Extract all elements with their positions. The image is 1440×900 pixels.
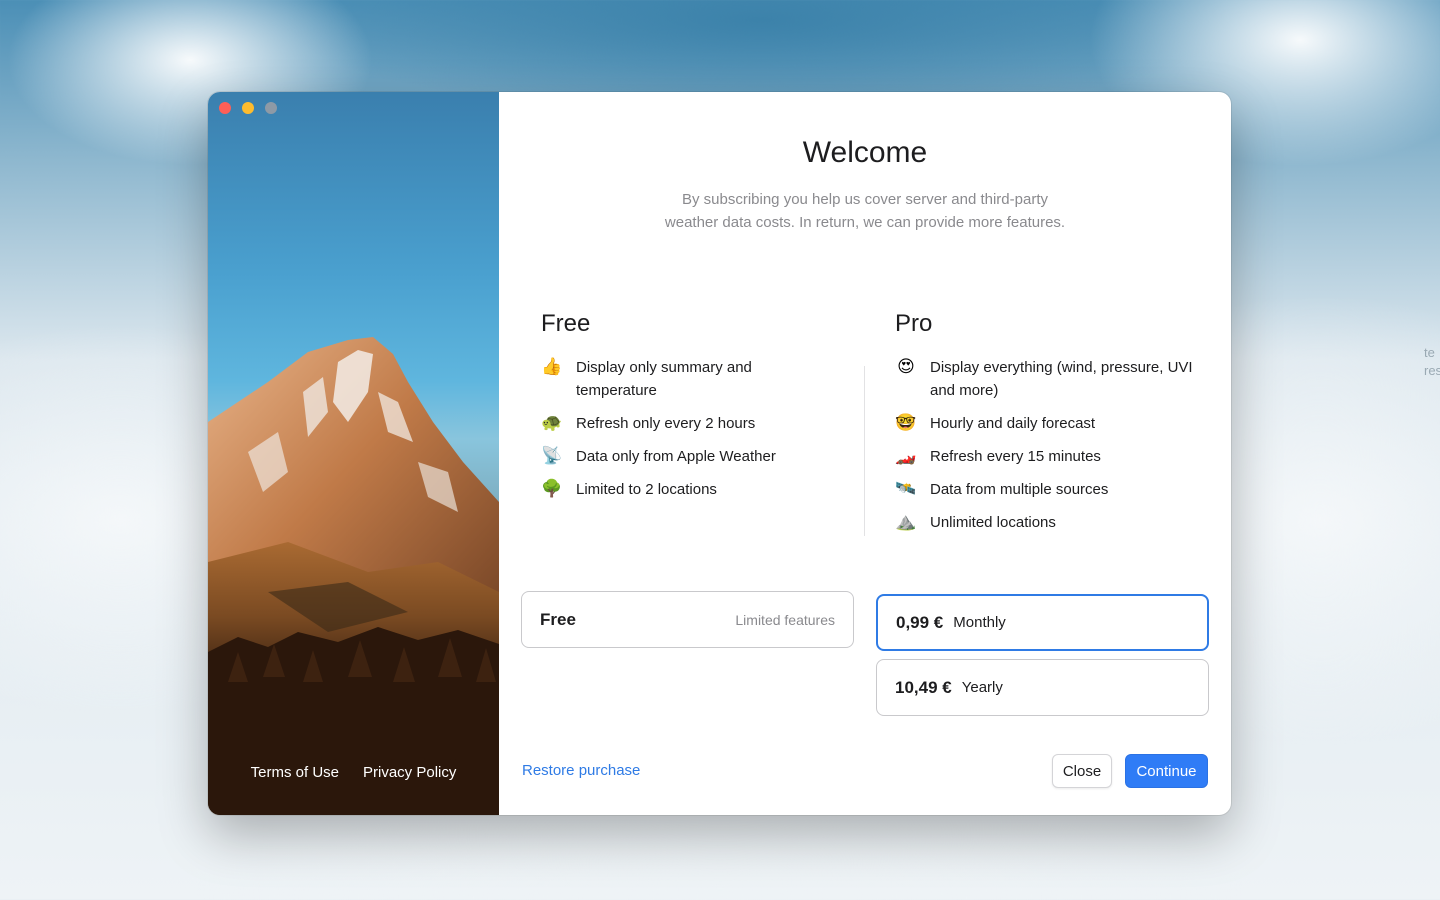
satellite-dish-icon: 📡 (541, 446, 563, 465)
feature-text: Hourly and daily forecast (930, 415, 1096, 432)
restore-purchase-link[interactable]: Restore purchase (522, 762, 640, 779)
zoom-window-button[interactable] (265, 102, 277, 114)
nerd-face-icon: 🤓 (895, 413, 917, 432)
thumbs-up-icon: 👍 (541, 357, 563, 376)
minimize-window-button[interactable] (242, 102, 254, 114)
page-subtitle: By subscribing you help us cover server … (664, 191, 1066, 231)
feature-item: 🛰️ Data from multiple sources (895, 478, 1195, 501)
tree-icon: 🌳 (541, 479, 563, 498)
feature-text: Data from multiple sources (930, 481, 1109, 498)
close-window-button[interactable] (219, 102, 231, 114)
feature-text: Display everything (wind, pressure, UVI … (930, 359, 1193, 399)
subscription-content: Welcome By subscribing you help us cover… (499, 92, 1231, 815)
column-divider (864, 366, 865, 536)
plan-period: Monthly (953, 614, 1006, 631)
turtle-icon: 🐢 (541, 413, 563, 432)
feature-item: 🐢 Refresh only every 2 hours (541, 412, 841, 435)
feature-text: Unlimited locations (930, 514, 1056, 531)
free-heading: Free (541, 310, 591, 337)
plan-price: 0,99 € (896, 612, 944, 632)
mountain-icon: ⛰️ (895, 512, 917, 531)
legal-links: Terms of Use Privacy Policy (208, 764, 499, 781)
window-controls (219, 102, 277, 114)
close-button[interactable]: Close (1052, 754, 1112, 788)
background-window-text: te res (1424, 345, 1440, 378)
feature-text: Data only from Apple Weather (576, 448, 776, 465)
feature-text: Refresh only every 2 hours (576, 415, 756, 432)
feature-item: 😍 Display everything (wind, pressure, UV… (895, 356, 1195, 402)
feature-item: 🌳 Limited to 2 locations (541, 478, 841, 501)
mountain-landscape-image (208, 337, 499, 815)
feature-item: ⛰️ Unlimited locations (895, 511, 1195, 534)
feature-text: Limited to 2 locations (576, 481, 717, 498)
page-title: Welcome (802, 136, 928, 169)
plan-name: Free (540, 609, 576, 629)
pro-heading: Pro (895, 310, 933, 337)
terms-of-use-link[interactable]: Terms of Use (251, 764, 339, 781)
heart-eyes-icon: 😍 (897, 357, 915, 376)
privacy-policy-link[interactable]: Privacy Policy (363, 764, 456, 781)
free-features-column: Free 👍 Display only summary and temperat… (541, 310, 841, 511)
continue-button[interactable]: Continue (1125, 754, 1208, 788)
plan-price: 10,49 € (895, 677, 952, 697)
monthly-plan-option[interactable]: 0,99 € Monthly (876, 594, 1209, 651)
satellite-icon: 🛰️ (895, 479, 917, 498)
feature-text: Refresh every 15 minutes (930, 448, 1101, 465)
pro-features-column: Pro 😍 Display everything (wind, pressure… (895, 310, 1195, 544)
subscription-window: Terms of Use Privacy Policy Welcome By s… (208, 92, 1231, 815)
race-car-icon: 🏎️ (895, 446, 917, 465)
free-plan-option[interactable]: Free Limited features (521, 591, 854, 648)
feature-item: 📡 Data only from Apple Weather (541, 445, 841, 468)
feature-item: 🏎️ Refresh every 15 minutes (895, 445, 1195, 468)
feature-item: 🤓 Hourly and daily forecast (895, 412, 1195, 435)
plan-description: Limited features (735, 611, 835, 628)
feature-item: 👍 Display only summary and temperature (541, 356, 841, 402)
yearly-plan-option[interactable]: 10,49 € Yearly (876, 659, 1209, 716)
feature-text: Display only summary and temperature (576, 359, 752, 399)
plan-period: Yearly (961, 679, 1003, 696)
hero-image-panel: Terms of Use Privacy Policy (208, 92, 499, 815)
